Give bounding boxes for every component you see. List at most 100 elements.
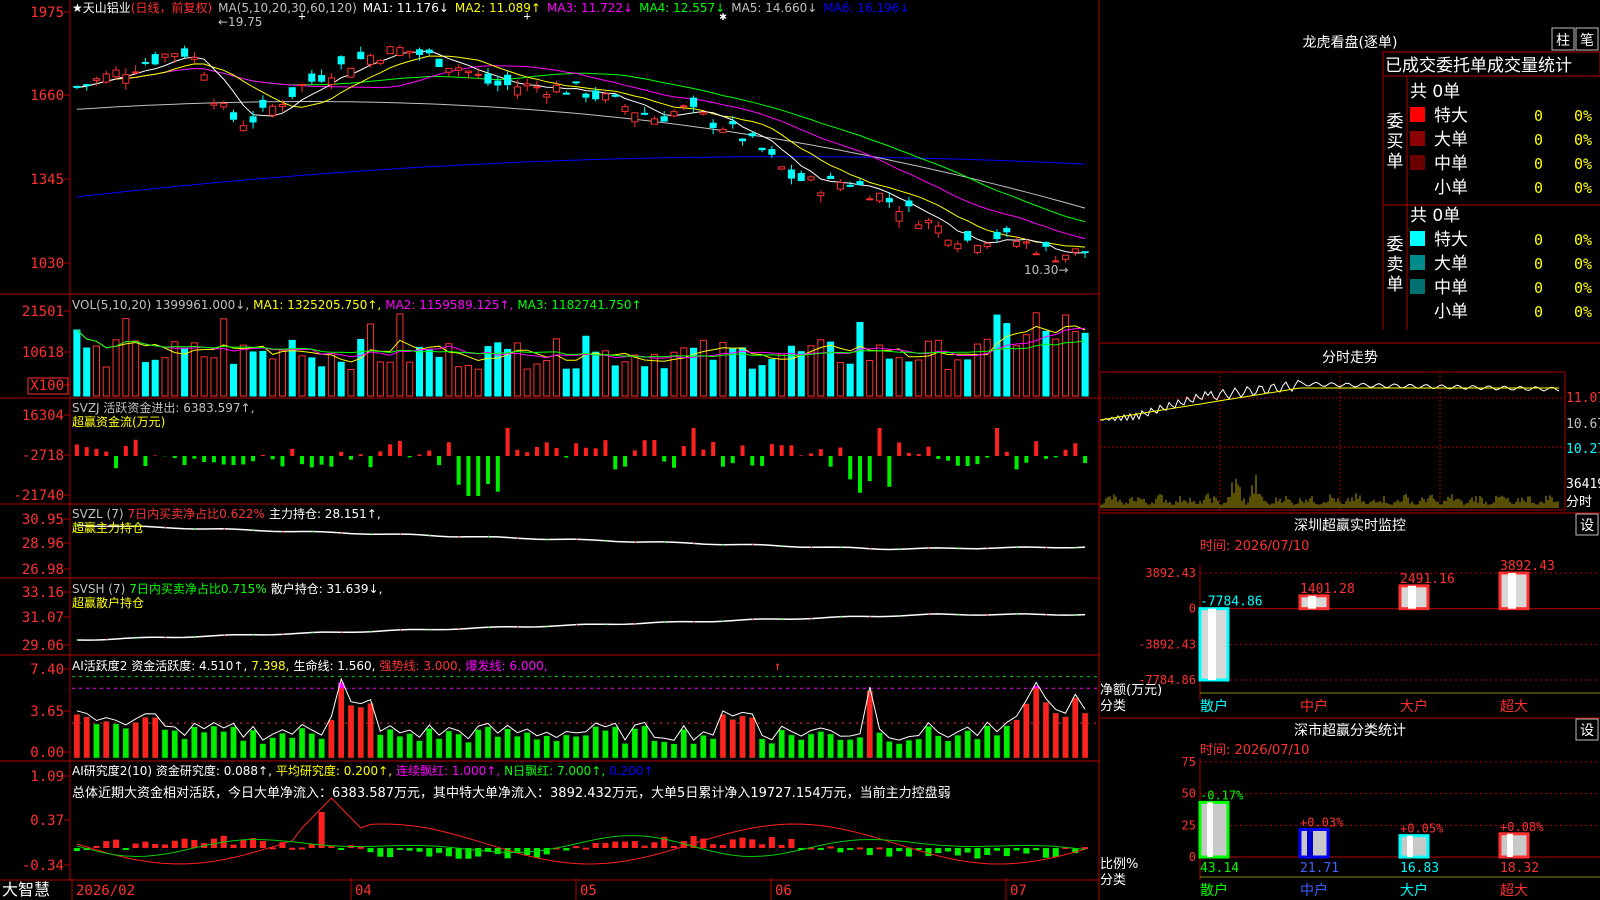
activity-bar[interactable] — [279, 733, 286, 759]
activity-bar[interactable] — [983, 725, 991, 759]
activity-bar[interactable] — [934, 735, 942, 759]
candlestick[interactable] — [699, 111, 707, 115]
volume-bar[interactable] — [709, 359, 717, 397]
fund-flow-bar[interactable] — [936, 456, 941, 459]
fund-flow-bar[interactable] — [848, 456, 853, 480]
volume-bar[interactable] — [523, 368, 531, 397]
activity-bar[interactable] — [1042, 701, 1050, 759]
fund-flow-bar[interactable] — [114, 456, 119, 469]
research-bar[interactable] — [357, 846, 364, 849]
research-bar[interactable] — [122, 848, 129, 850]
volume-bar[interactable] — [386, 361, 394, 397]
research-bar[interactable] — [856, 847, 864, 850]
activity-bar[interactable] — [602, 730, 609, 759]
ai-activity-panel[interactable] — [72, 676, 1098, 759]
activity-bar[interactable] — [308, 733, 316, 759]
volume-bar[interactable] — [562, 368, 570, 397]
activity-bar[interactable] — [533, 739, 541, 759]
fund-flow-bar[interactable] — [662, 456, 667, 462]
candlestick[interactable] — [484, 73, 492, 84]
research-bar[interactable] — [318, 812, 325, 848]
research-bar[interactable] — [113, 839, 120, 848]
research-bar[interactable] — [191, 839, 198, 848]
fund-flow-bar[interactable] — [583, 447, 588, 456]
candlestick[interactable] — [787, 169, 795, 179]
volume-bar[interactable] — [406, 361, 414, 397]
fund-flow-bar[interactable] — [564, 456, 569, 458]
volume-bar[interactable] — [797, 351, 805, 397]
candlestick[interactable] — [836, 181, 844, 190]
research-bar[interactable] — [847, 848, 854, 851]
fund-flow-bar[interactable] — [720, 456, 725, 467]
volume-bar[interactable] — [543, 360, 551, 397]
candlestick[interactable] — [924, 219, 933, 224]
fund-flow-bar[interactable] — [955, 456, 960, 466]
fund-flow-bar[interactable] — [368, 456, 373, 468]
candlestick[interactable] — [719, 128, 727, 133]
candlestick[interactable] — [513, 86, 521, 96]
research-bar[interactable] — [817, 848, 824, 850]
activity-bar[interactable] — [856, 736, 864, 759]
candlestick[interactable] — [190, 56, 198, 60]
volume-bar[interactable] — [611, 365, 619, 397]
candlestick[interactable] — [592, 90, 600, 100]
volume-bar[interactable] — [748, 368, 756, 397]
activity-bar[interactable] — [386, 728, 394, 759]
research-bar[interactable] — [984, 848, 991, 855]
fund-flow-bar[interactable] — [1034, 441, 1039, 456]
activity-bar[interactable] — [729, 719, 737, 759]
activity-bar[interactable] — [416, 740, 423, 759]
volume-bar[interactable] — [435, 356, 443, 397]
fund-flow-bar[interactable] — [515, 449, 520, 456]
volume-bar[interactable] — [631, 354, 639, 397]
activity-bar[interactable] — [425, 728, 433, 759]
candlestick[interactable] — [259, 99, 267, 108]
fund-flow-bar[interactable] — [1004, 451, 1009, 456]
candlestick[interactable] — [151, 54, 159, 65]
candlestick[interactable] — [367, 55, 375, 65]
fund-flow-bar[interactable] — [202, 456, 207, 462]
volume-bar[interactable] — [347, 368, 355, 397]
activity-bar[interactable] — [377, 734, 384, 759]
candlestick[interactable] — [181, 48, 189, 57]
research-bar[interactable] — [592, 843, 599, 848]
research-bar[interactable] — [896, 848, 903, 852]
research-bar[interactable] — [612, 841, 619, 848]
research-bar[interactable] — [387, 848, 394, 858]
activity-bar[interactable] — [925, 725, 932, 759]
activity-bar[interactable] — [680, 729, 688, 759]
volume-bar[interactable] — [357, 338, 365, 397]
research-bar[interactable] — [905, 848, 912, 857]
candlestick[interactable] — [415, 49, 424, 55]
candlestick[interactable] — [298, 83, 306, 87]
right-sidebar[interactable]: 龙虎看盘(逐单) 柱笔已成交委托单成交量统计委买单委卖单共 0单特大 0 0%大单 0 0… — [1100, 0, 1600, 900]
dragon-tiger-panel[interactable]: 龙虎看盘(逐单) 柱笔已成交委托单成交量统计委买单委卖单共 0单特大 0 0%大单 0 0… — [1303, 27, 1600, 330]
fund-flow-bar[interactable] — [348, 456, 353, 460]
research-bar[interactable] — [876, 847, 883, 850]
candlestick[interactable] — [797, 173, 805, 182]
candlestick[interactable] — [641, 112, 649, 115]
classify-bar[interactable] — [1198, 800, 1230, 859]
research-bar[interactable] — [759, 844, 766, 848]
volume-bar[interactable] — [836, 362, 844, 397]
candlestick[interactable] — [445, 67, 453, 73]
fund-flow-bar[interactable] — [857, 456, 862, 493]
research-bar[interactable] — [142, 841, 149, 848]
activity-bar[interactable] — [837, 739, 844, 759]
activity-bar[interactable] — [396, 736, 404, 759]
candlestick[interactable] — [1052, 260, 1060, 263]
candlestick[interactable] — [621, 106, 629, 112]
candlestick[interactable] — [1032, 253, 1040, 256]
candlestick[interactable] — [112, 69, 120, 78]
volume-bar[interactable] — [151, 359, 159, 397]
activity-bar[interactable] — [543, 735, 551, 759]
candlestick[interactable] — [1013, 240, 1021, 247]
candlestick[interactable] — [817, 192, 825, 197]
fund-flow-bar[interactable] — [388, 444, 393, 456]
candlestick[interactable] — [83, 84, 91, 87]
candlestick[interactable] — [357, 51, 365, 60]
activity-bar[interactable] — [93, 723, 100, 759]
candlestick[interactable] — [768, 149, 776, 155]
research-bar[interactable] — [935, 848, 942, 854]
activity-bar[interactable] — [1003, 725, 1011, 759]
